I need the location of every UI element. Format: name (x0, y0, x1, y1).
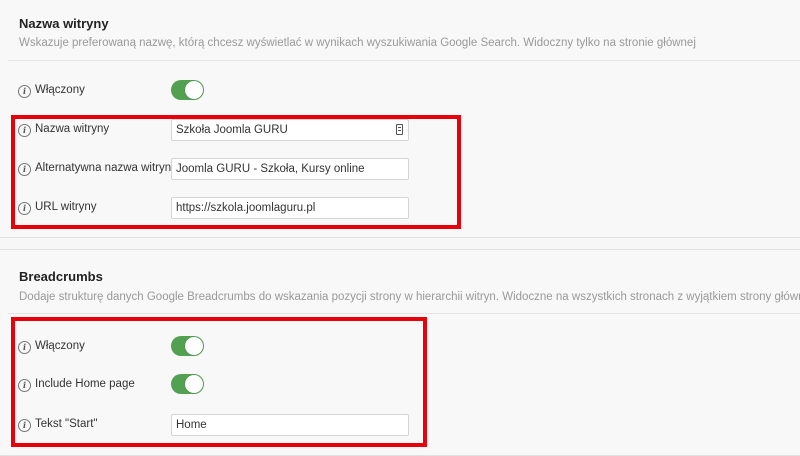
row-label: Włączony (35, 84, 85, 96)
enabled-toggle[interactable] (171, 80, 204, 100)
section-description-breadcrumbs: Dodaje strukturę danych Google Breadcrum… (19, 291, 800, 303)
section-title-site-name: Nazwa witryny (19, 16, 109, 31)
section-divider (8, 313, 800, 314)
highlight-box-breadcrumbs-fields (11, 317, 427, 447)
section-description-site-name: Wskazuje preferowaną nazwę, którą chcesz… (19, 37, 696, 49)
info-icon[interactable]: i (18, 85, 31, 98)
highlight-box-site-name-fields (11, 115, 461, 229)
section-divider (8, 60, 800, 61)
section-title-breadcrumbs: Breadcrumbs (19, 269, 103, 284)
toggle-knob (185, 81, 203, 99)
